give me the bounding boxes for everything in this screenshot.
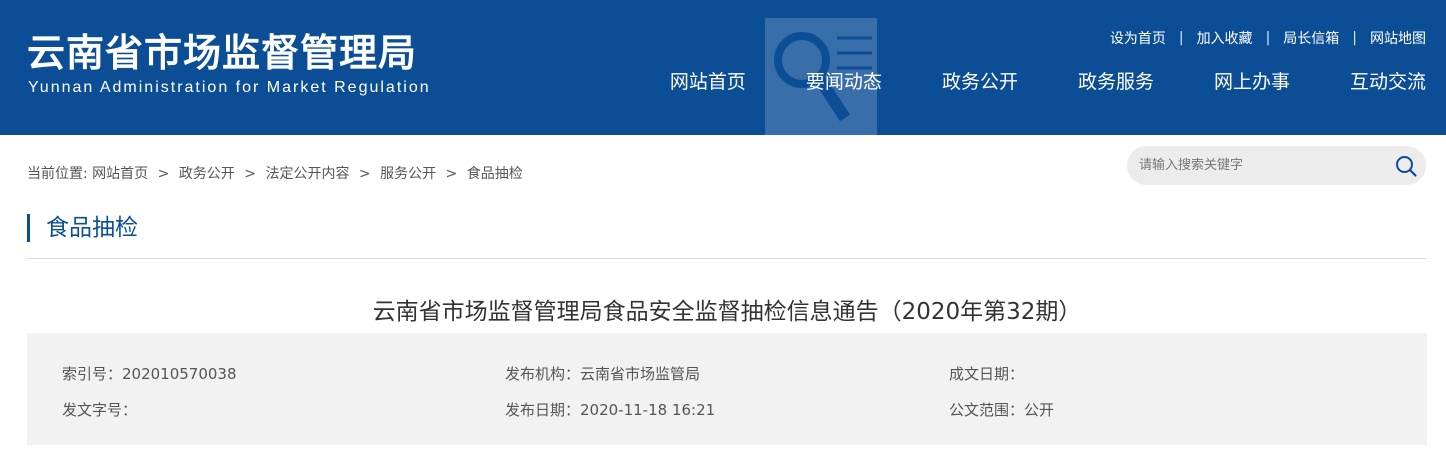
toplink-separator: |: [1352, 30, 1357, 46]
breadcrumb-separator: >: [358, 166, 371, 182]
nav-item-government-affairs[interactable]: 政务公开: [942, 68, 1018, 96]
section-divider: [27, 258, 1427, 259]
breadcrumb-item-food-inspection[interactable]: 食品抽检: [467, 166, 523, 182]
nav-item-government-services[interactable]: 政务服务: [1078, 68, 1154, 96]
section-title: 食品抽检: [27, 214, 138, 242]
article-meta-box: 索引号：202010570038 发布机构：云南省市场监管局 成文日期： 发文字…: [27, 333, 1427, 445]
site-logo-chinese[interactable]: 云南省市场监督管理局: [27, 22, 417, 77]
search-box: [1127, 146, 1426, 185]
meta-index-number: 索引号：202010570038: [62, 365, 237, 383]
toplink-separator: |: [1178, 30, 1184, 46]
article-title: 云南省市场监督管理局食品安全监督抽检信息通告（2020年第32期）: [372, 299, 1082, 325]
nav-item-home[interactable]: 网站首页: [670, 68, 746, 96]
search-input[interactable]: [1139, 146, 1389, 185]
nav-item-online-services[interactable]: 网上办事: [1214, 68, 1290, 96]
breadcrumb-separator: >: [445, 166, 458, 182]
top-utility-links: 设为首页 | 加入收藏 | 局长信箱 | 网站地图: [1110, 28, 1426, 48]
site-logo-english: Yunnan Administration for Market Regulat…: [28, 79, 431, 96]
search-icon[interactable]: [1394, 154, 1418, 178]
meta-document-number: 发文字号：: [62, 401, 138, 419]
meta-scope: 公文范围：公开: [949, 401, 1055, 419]
breadcrumb: 当前位置: 网站首页 > 政务公开 > 法定公开内容 > 服务公开 > 食品抽检: [27, 163, 523, 183]
main-navigation: 网站首页 要闻动态 政务公开 政务服务 网上办事 互动交流: [670, 68, 1426, 96]
breadcrumb-separator: >: [244, 166, 256, 182]
nav-item-news[interactable]: 要闻动态: [806, 68, 882, 96]
add-favorite-link[interactable]: 加入收藏: [1197, 28, 1253, 48]
breadcrumb-separator: >: [157, 166, 170, 182]
director-mailbox-link[interactable]: 局长信箱: [1283, 28, 1339, 48]
site-map-link[interactable]: 网站地图: [1370, 28, 1426, 48]
toplink-separator: |: [1265, 30, 1271, 46]
breadcrumb-item-government-affairs[interactable]: 政务公开: [179, 166, 235, 182]
breadcrumb-item-home[interactable]: 网站首页: [92, 166, 148, 182]
nav-item-interaction[interactable]: 互动交流: [1350, 68, 1426, 96]
breadcrumb-item-service-disclosure[interactable]: 服务公开: [380, 166, 436, 182]
site-header: 云南省市场监督管理局 Yunnan Administration for Mar…: [0, 0, 1446, 135]
breadcrumb-prefix: 当前位置:: [27, 166, 88, 182]
breadcrumb-item-statutory-content[interactable]: 法定公开内容: [265, 166, 349, 182]
meta-document-date: 成文日期：: [949, 365, 1025, 383]
set-homepage-link[interactable]: 设为首页: [1110, 28, 1166, 48]
meta-publish-date: 发布日期：2020-11-18 16:21: [505, 401, 716, 419]
meta-publisher: 发布机构：云南省市场监管局: [505, 365, 701, 383]
